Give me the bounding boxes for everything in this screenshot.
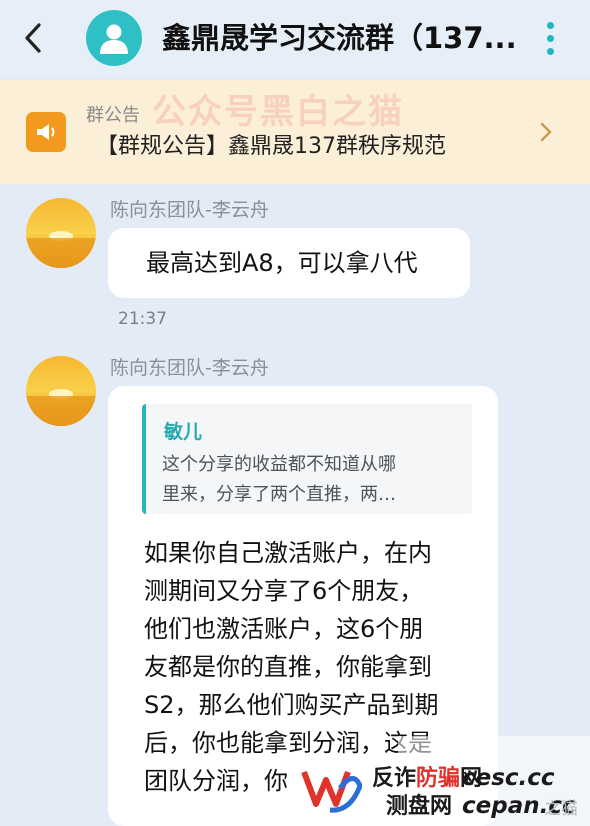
announcement-text: 【群规公告】鑫鼎晟137群秩序规范 bbox=[96, 134, 446, 159]
message-line: 如果你自己激活账户，在内 bbox=[144, 539, 432, 567]
sender-name: 陈向东团队-李云舟 bbox=[110, 199, 269, 221]
quoted-text-line: 里来，分享了两个直推，两… bbox=[162, 484, 396, 505]
message-line: 友都是你的直推，你能拿到 bbox=[144, 653, 432, 681]
message-line: 测期间又分享了6个朋友， bbox=[144, 577, 424, 605]
group-title: 鑫鼎晟学习交流群（137... bbox=[162, 21, 517, 55]
sender-name: 陈向东团队-李云舟 bbox=[110, 357, 269, 379]
chevron-right-icon bbox=[536, 118, 556, 146]
megaphone-icon bbox=[26, 112, 66, 152]
message-line: 他们也激活账户，这6个朋 bbox=[144, 615, 424, 643]
message-line: S2，那么他们购买产品到期 bbox=[144, 691, 439, 719]
quoted-text-line: 这个分享的收益都不知道从哪 bbox=[162, 454, 396, 475]
back-chevron-icon[interactable] bbox=[18, 20, 48, 56]
announcement-label: 群公告 bbox=[86, 105, 140, 126]
sender-avatar[interactable] bbox=[26, 198, 96, 268]
quoted-text: 这个分享的收益都不知道从哪 里来，分享了两个直推，两… bbox=[162, 450, 462, 510]
watermark-domain: cesc.cc bbox=[462, 765, 555, 791]
group-avatar-icon[interactable] bbox=[86, 10, 142, 66]
watermark-text: 之猫 bbox=[544, 799, 578, 819]
message-text: 如果你自己激活账户，在内 测期间又分享了6个朋友， 他们也激活账户，这6个朋 友… bbox=[144, 534, 439, 800]
more-vertical-icon[interactable] bbox=[536, 18, 564, 58]
sender-avatar[interactable] bbox=[26, 356, 96, 426]
message-time: 21:37 bbox=[118, 309, 167, 329]
watermark-logo-icon bbox=[300, 764, 363, 814]
message-text: 最高达到A8，可以拿八代 bbox=[146, 249, 418, 277]
message-line: 后，你也能拿到分润，这是 bbox=[144, 729, 432, 757]
quoted-author: 敏儿 bbox=[164, 421, 203, 443]
watermark-text: 测盘网 bbox=[386, 794, 453, 819]
